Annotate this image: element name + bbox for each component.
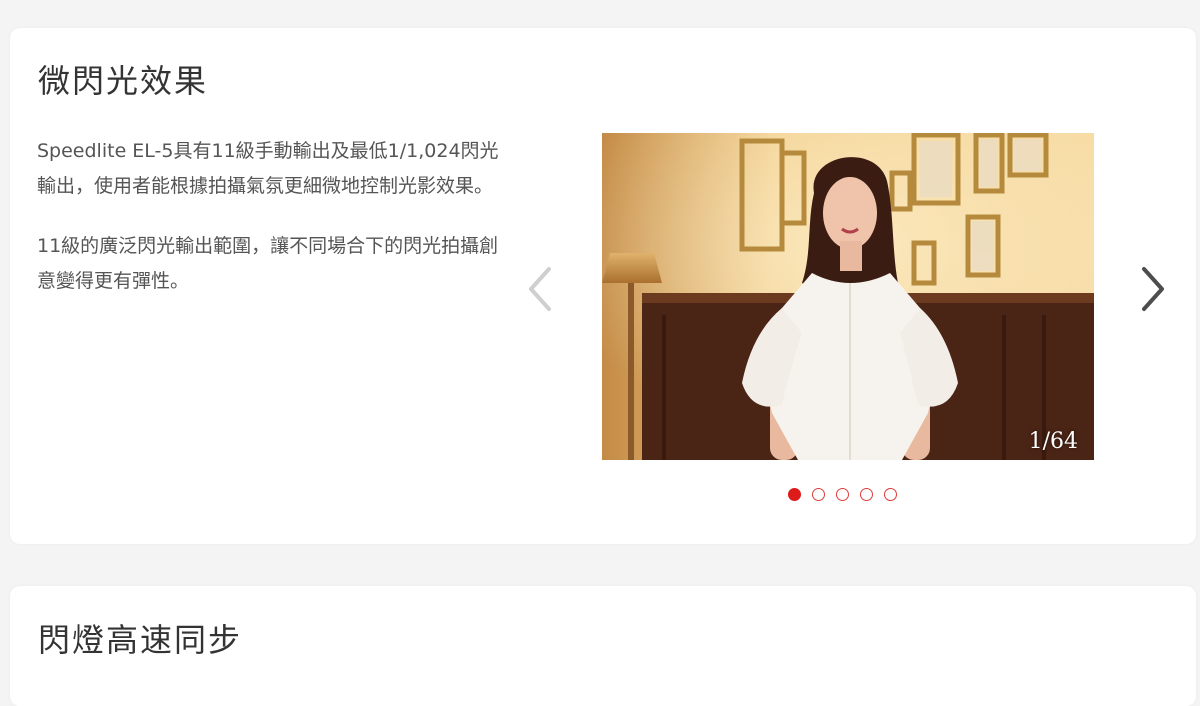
carousel-next-button[interactable] [1133,259,1173,319]
section-description: Speedlite EL-5具有11級手動輸出及最低1/1,024閃光輸出，使用… [37,134,517,299]
section-title: 微閃光效果 [38,62,209,100]
carousel-dot[interactable] [836,488,849,501]
slide-photo [602,133,1094,460]
chevron-left-icon [529,267,551,311]
carousel-dot[interactable] [812,488,825,501]
carousel-dot[interactable] [884,488,897,501]
carousel-dot[interactable] [788,488,801,501]
high-speed-sync-section: 閃燈高速同步 [10,586,1196,706]
carousel-pagination [788,488,897,501]
carousel-prev-button[interactable] [520,259,560,319]
description-paragraph-2: 11級的廣泛閃光輸出範圍，讓不同場合下的閃光拍攝創意變得更有彈性。 [37,235,499,292]
carousel-dot[interactable] [860,488,873,501]
slide-counter: 1/64 [1028,429,1078,454]
carousel-slide-image: 1/64 [602,133,1094,460]
chevron-right-icon [1142,267,1164,311]
description-paragraph-1: Speedlite EL-5具有11級手動輸出及最低1/1,024閃光輸出，使用… [37,140,499,197]
section-title: 閃燈高速同步 [38,621,243,659]
micro-flash-section: 微閃光效果 Speedlite EL-5具有11級手動輸出及最低1/1,024閃… [10,28,1196,544]
